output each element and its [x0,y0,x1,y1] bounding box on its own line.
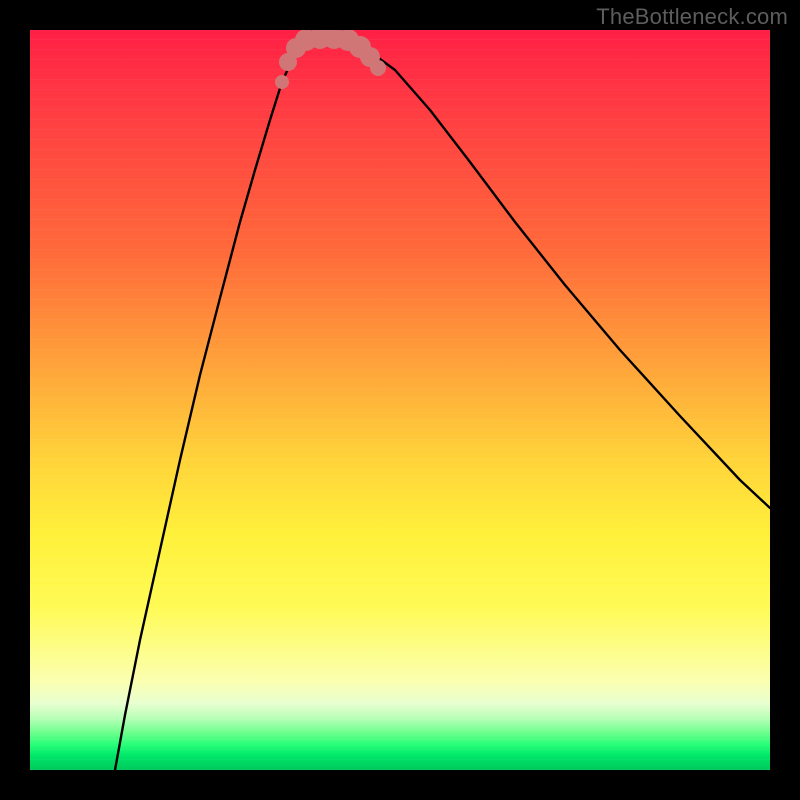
heat-gradient-background [30,30,770,770]
chart-frame [30,30,770,770]
watermark-text: TheBottleneck.com [596,4,788,30]
